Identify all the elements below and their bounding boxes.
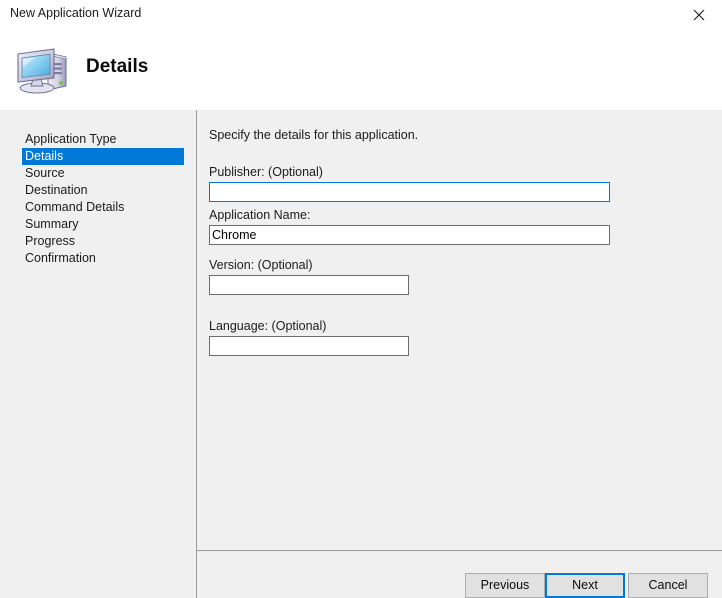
wizard-footer: Previous Next Cancel: [197, 551, 722, 598]
close-icon[interactable]: [676, 0, 722, 30]
window-title: New Application Wizard: [10, 6, 142, 20]
step-list: Application Type Details Source Destinat…: [0, 131, 196, 267]
new-application-wizard-window: New Application Wizard Details Applicati…: [0, 0, 722, 598]
sidebar-item-source[interactable]: Source: [0, 165, 196, 182]
version-input[interactable]: [209, 275, 409, 295]
sidebar-item-command-details[interactable]: Command Details: [0, 199, 196, 216]
version-label: Version: (Optional): [209, 258, 313, 272]
form-instruction: Specify the details for this application…: [209, 128, 419, 142]
sidebar-item-summary[interactable]: Summary: [0, 216, 196, 233]
sidebar-item-confirmation[interactable]: Confirmation: [0, 250, 196, 267]
wizard-step-sidebar: Application Type Details Source Destinat…: [0, 110, 196, 598]
language-label: Language: (Optional): [209, 319, 327, 333]
publisher-label: Publisher: (Optional): [209, 165, 323, 179]
application-name-label: Application Name:: [209, 208, 311, 222]
next-button[interactable]: Next: [545, 573, 625, 598]
previous-button[interactable]: Previous: [465, 573, 545, 598]
page-title: Details: [86, 56, 149, 77]
application-name-input[interactable]: [209, 225, 610, 245]
sidebar-item-application-type[interactable]: Application Type: [0, 131, 196, 148]
sidebar-item-destination[interactable]: Destination: [0, 182, 196, 199]
details-form-panel: Specify the details for this application…: [197, 110, 722, 598]
sidebar-item-progress[interactable]: Progress: [0, 233, 196, 250]
wizard-body: Application Type Details Source Destinat…: [0, 110, 722, 598]
language-input[interactable]: [209, 336, 409, 356]
title-bar: New Application Wizard: [0, 0, 722, 30]
computer-icon: [12, 42, 74, 98]
sidebar-item-details[interactable]: Details: [22, 148, 184, 165]
publisher-input[interactable]: [209, 182, 610, 202]
cancel-button[interactable]: Cancel: [628, 573, 708, 598]
wizard-header: Details: [0, 30, 722, 110]
